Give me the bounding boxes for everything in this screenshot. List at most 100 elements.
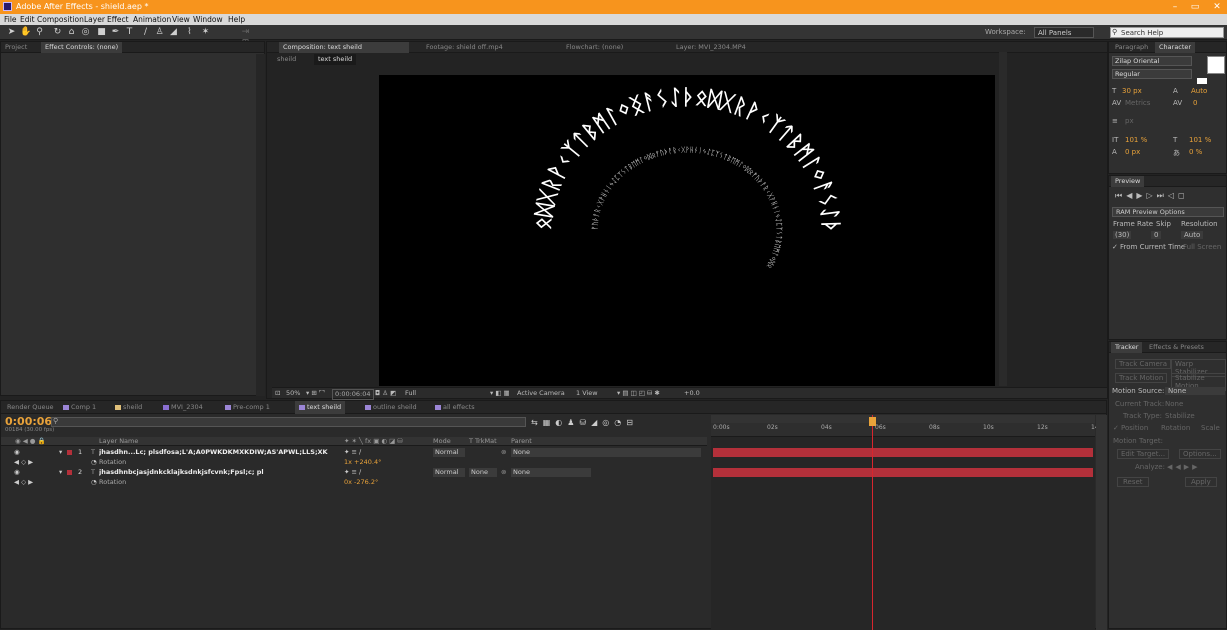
exposure-value[interactable]: +0.0 <box>684 388 700 399</box>
skip-field[interactable]: 0 <box>1151 231 1162 239</box>
tab-all-effects[interactable]: all effects <box>431 401 479 414</box>
roto-brush-tool-icon[interactable]: ⌇ <box>184 27 195 38</box>
parent-select[interactable]: None <box>511 468 591 477</box>
rectangle-tool-icon[interactable]: ■ <box>96 27 107 38</box>
camera-tool-icon[interactable]: ⌂ <box>66 27 77 38</box>
label-color-swatch[interactable] <box>67 470 72 475</box>
tab-effect-controls[interactable]: Effect Controls: (none) <box>41 42 123 53</box>
puppet-pin-tool-icon[interactable]: ✶ <box>200 27 211 38</box>
grid-icon[interactable]: ▾ ⊞ ⌜⌝ <box>306 388 325 399</box>
horizontal-scale-value[interactable]: 101 % <box>1189 136 1211 144</box>
tab-outline-sheild[interactable]: outline sheild <box>361 401 421 414</box>
layer-search-input[interactable] <box>51 417 526 427</box>
tab-flowchart[interactable]: Flowchart: (none) <box>562 42 627 53</box>
keyframe-nav-icon[interactable]: ◀ ◇ ▶ <box>14 458 33 467</box>
camera-select[interactable]: Active Camera <box>517 388 565 399</box>
visibility-icon[interactable]: ◉ <box>14 448 20 457</box>
property-row[interactable]: ◀ ◇ ▶ ◔ Rotation 0x -276.2° <box>1 478 707 487</box>
ram-preview-select[interactable]: RAM Preview Options <box>1112 207 1224 217</box>
tab-pre-comp-1[interactable]: Pre-comp 1 <box>221 401 274 414</box>
menu-composition[interactable]: Composition <box>37 14 84 25</box>
workspace-select[interactable]: All Panels <box>1034 27 1094 38</box>
col-mode[interactable]: Mode <box>433 437 451 446</box>
camera-snapshot-icon[interactable]: ◘ ♙ ◩ <box>375 388 396 399</box>
tab-tracker[interactable]: Tracker <box>1111 342 1143 353</box>
subtab-text-sheild[interactable]: text sheild <box>314 54 357 65</box>
search-help-input[interactable]: Search Help <box>1110 27 1224 38</box>
analyze-controls-icon[interactable]: ◀◀▶▶ <box>1167 463 1201 471</box>
zoom-tool-icon[interactable]: ⚲ <box>34 27 45 38</box>
tab-project[interactable]: Project <box>1 42 31 53</box>
edit-target-button[interactable]: Edit Target... <box>1117 449 1170 459</box>
stroke-color-swatch[interactable] <box>1197 78 1207 84</box>
work-area-bar[interactable] <box>711 415 1095 423</box>
composition-canvas[interactable]: ᛟᛞᚷᚱᚹᚲᛉᛏᛒᛗᛚᛜᛝᚨᛊᛇᚦᛟᛞᚷᚱᚹᚲᛉᛏᛒᛗᛚᛜᚨᛊᛇᚦ ᚠᚢᚦᚨᚱᚲ… <box>379 75 995 386</box>
label-color-swatch[interactable] <box>67 450 72 455</box>
motion-source-select[interactable]: None <box>1165 387 1225 395</box>
reset-button[interactable]: Reset <box>1117 477 1149 487</box>
axis-mode-icon[interactable]: ⇥ ⊞ ⊡ <box>240 27 251 59</box>
tab-layer[interactable]: Layer: MVI_2304.MP4 <box>672 42 750 53</box>
brush-tool-icon[interactable]: ∕ <box>140 27 151 38</box>
fill-color-swatch[interactable] <box>1207 56 1225 74</box>
toggle-icons[interactable]: ▾ ▤ ◫ ◰ ⛁ ✱ <box>617 388 660 399</box>
maximize-icon[interactable]: ▭ <box>1188 0 1202 14</box>
menu-view[interactable]: View <box>172 14 190 25</box>
resolution-select[interactable]: Auto <box>1181 231 1204 239</box>
pen-tool-icon[interactable]: ✒ <box>110 27 121 38</box>
layer-switches-icon[interactable]: ✦ ≡ ∕ <box>344 448 361 457</box>
col-layer-name[interactable]: Layer Name <box>99 437 138 446</box>
tab-footage[interactable]: Footage: shield off.mp4 <box>422 42 507 53</box>
track-camera-button[interactable]: Track Camera <box>1115 359 1172 369</box>
options-button[interactable]: Options... <box>1179 449 1221 459</box>
col-parent[interactable]: Parent <box>511 437 532 446</box>
expand-arrow-icon[interactable]: ▾ <box>59 468 62 477</box>
keyframe-nav-icon[interactable]: ◀ ◇ ▶ <box>14 478 33 487</box>
expand-arrow-icon[interactable]: ▾ <box>59 448 62 457</box>
layer-duration-bar[interactable] <box>713 468 1093 477</box>
zoom-select[interactable]: 50% <box>286 388 300 399</box>
time-graph[interactable]: 0:00s02s04s06s08s10s12s14s <box>711 415 1102 630</box>
menu-animation[interactable]: Animation <box>133 14 171 25</box>
font-family-select[interactable]: Zilap Oriental <box>1112 56 1192 66</box>
tab-text-sheild[interactable]: text sheild <box>295 401 346 414</box>
tab-sheild[interactable]: sheild <box>111 401 146 414</box>
layer-row[interactable]: ◉ ▾ 1 T jhasdhn...Lc; plsdfosa;L'A;A0PWK… <box>1 448 707 457</box>
from-current-checkbox[interactable]: ✓ <box>1112 243 1118 251</box>
mode-select[interactable]: Normal <box>433 468 465 477</box>
type-tool-icon[interactable]: T <box>124 27 135 38</box>
frame-rate-select[interactable]: (30) <box>1113 231 1132 239</box>
full-screen-label[interactable]: Full Screen <box>1183 243 1221 251</box>
menu-help[interactable]: Help <box>228 14 245 25</box>
layer-name[interactable]: jhasdhn...Lc; plsdfosa;L'A;A0PWKDKMXKDIW… <box>99 448 339 457</box>
viewer-scrollbar[interactable] <box>999 52 1007 386</box>
menu-edit[interactable]: Edit <box>20 14 35 25</box>
subtab-sheild[interactable]: sheild <box>273 54 300 65</box>
kerning-value[interactable]: Metrics <box>1125 99 1150 107</box>
rotate-tool-icon[interactable]: ↻ <box>52 27 63 38</box>
playhead-handle[interactable] <box>869 417 876 426</box>
stroke-width-value[interactable]: px <box>1125 117 1134 125</box>
stopwatch-icon[interactable]: ◔ <box>91 478 97 487</box>
property-value[interactable]: 1x +240.4° <box>344 458 381 467</box>
tab-mvi-2304[interactable]: MVI_2304 <box>159 401 207 414</box>
track-motion-button[interactable]: Track Motion <box>1115 373 1168 383</box>
views-select[interactable]: 1 View <box>576 388 598 399</box>
col-trkmat[interactable]: T TrkMat <box>469 437 497 446</box>
current-track-select[interactable]: None <box>1165 400 1183 408</box>
tab-render-queue[interactable]: Render Queue <box>3 401 58 414</box>
playhead[interactable] <box>872 415 873 630</box>
timeline-switches-icons[interactable]: ⇆▦◐♟⛁◢◎◔⊟ <box>531 418 638 427</box>
timeline-scrollbar[interactable] <box>1096 415 1107 630</box>
tab-preview[interactable]: Preview <box>1111 176 1145 187</box>
baseline-shift-value[interactable]: 0 px <box>1125 148 1140 156</box>
tsume-value[interactable]: 0 % <box>1189 148 1202 156</box>
trkmat-select[interactable]: None <box>469 468 497 477</box>
layer-switches-icon[interactable]: ✦ ≡ ∕ <box>344 468 361 477</box>
region-of-interest-icon[interactable]: ▾ ◧ ▦ <box>490 388 510 399</box>
selection-tool-icon[interactable]: ➤ <box>6 27 17 38</box>
scale-label[interactable]: Scale <box>1201 424 1220 432</box>
property-value[interactable]: 0x -276.2° <box>344 478 378 487</box>
stopwatch-icon[interactable]: ◔ <box>91 458 97 467</box>
close-icon[interactable]: ✕ <box>1210 0 1224 14</box>
